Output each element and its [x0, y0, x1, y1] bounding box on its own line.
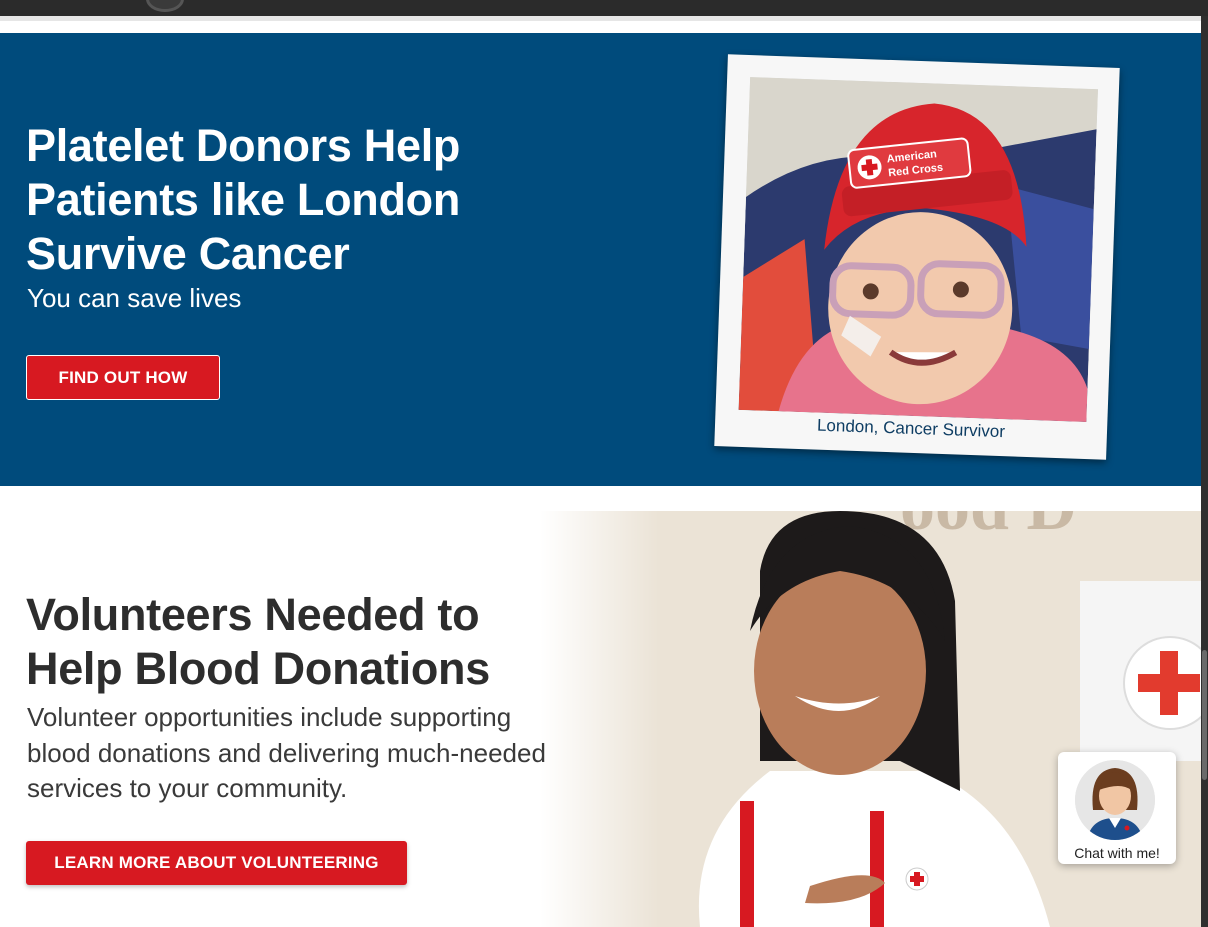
london-photo: American Red Cross: [738, 77, 1098, 423]
london-illustration: American Red Cross: [738, 77, 1098, 423]
scrollbar-thumb[interactable]: [1202, 650, 1207, 780]
volunteer-body: Volunteer opportunities include supporti…: [27, 702, 546, 803]
volunteer-illustration: ood D: [540, 511, 1201, 927]
volunteer-photo: ood D: [540, 511, 1201, 927]
volunteer-title: Volunteers Needed to Help Blood Donation…: [26, 589, 490, 694]
browser-top-bar: [0, 0, 1208, 16]
learn-more-volunteering-button[interactable]: LEARN MORE ABOUT VOLUNTEERING: [26, 841, 407, 885]
polaroid-photo-card: American Red Cross London, Cancer Surviv…: [714, 54, 1120, 460]
page-scrollbar[interactable]: [1201, 16, 1208, 927]
chat-label[interactable]: Chat with me!: [1058, 845, 1176, 861]
header-gap: [0, 16, 1208, 33]
browser-tab-fragment: [320, 0, 334, 6]
chat-widget[interactable]: Chat with me!: [1058, 752, 1176, 864]
hero-subtitle: You can save lives: [27, 283, 242, 313]
browser-tab-edge[interactable]: [146, 0, 184, 12]
find-out-how-button[interactable]: FIND OUT HOW: [26, 355, 220, 400]
hero-title: Platelet Donors Help Patients like Londo…: [26, 120, 461, 279]
chat-avatar-icon[interactable]: [1075, 760, 1155, 840]
platelet-hero-banner: Platelet Donors Help Patients like Londo…: [0, 33, 1201, 486]
